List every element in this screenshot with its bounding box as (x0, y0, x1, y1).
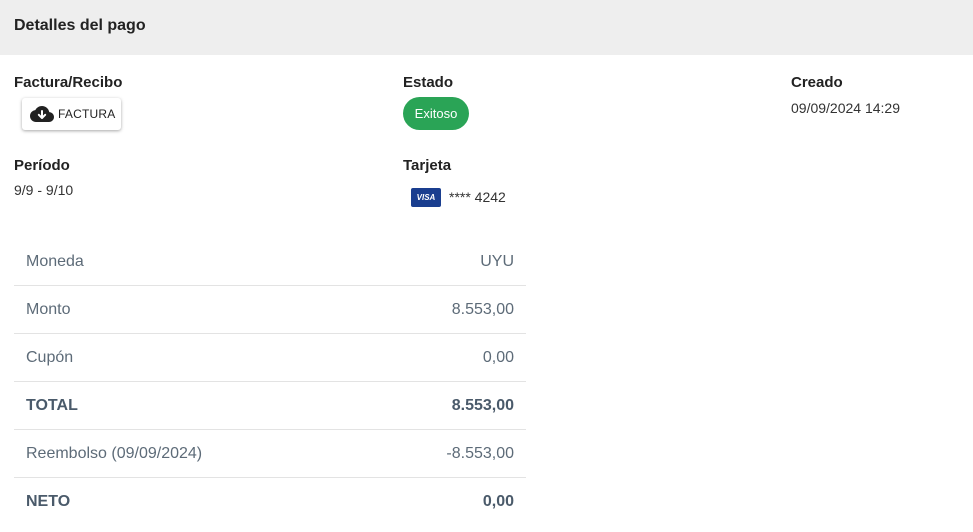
summary-row-total: TOTAL 8.553,00 (14, 382, 526, 430)
created-value: 09/09/2024 14:29 (791, 100, 900, 116)
summary-label: Monto (26, 300, 71, 318)
summary-value: -8.553,00 (446, 444, 514, 462)
summary-row-amount: Monto 8.553,00 (14, 286, 526, 334)
summary-value: UYU (480, 252, 514, 270)
period-value: 9/9 - 9/10 (14, 182, 74, 198)
created-label: Creado (791, 74, 843, 91)
summary-label: NETO (26, 493, 71, 510)
summary-label: Moneda (26, 252, 84, 270)
card-label: Tarjeta (403, 157, 452, 174)
card-number: **** 4242 (449, 189, 506, 205)
status-label: Estado (403, 74, 454, 91)
summary-row-coupon: Cupón 0,00 (14, 334, 526, 382)
summary-row-net: NETO 0,00 (14, 478, 526, 526)
card-info: VISA **** 4242 (411, 187, 506, 207)
invoice-label: Factura/Recibo (14, 74, 123, 91)
download-invoice-label: FACTURA (58, 107, 116, 121)
visa-icon: VISA (411, 187, 441, 207)
status-badge: Exitoso (403, 97, 469, 130)
summary-label: Cupón (26, 348, 74, 366)
summary-label: Reembolso (09/09/2024) (26, 444, 203, 462)
summary-label: TOTAL (26, 396, 78, 414)
summary-value: 8.553,00 (451, 396, 514, 414)
period-label: Período (14, 157, 70, 174)
payment-summary-table: Moneda UYU Monto 8.553,00 Cupón 0,00 TOT… (14, 238, 526, 526)
summary-row-refund: Reembolso (09/09/2024) -8.553,00 (14, 430, 526, 478)
download-invoice-button[interactable]: FACTURA (22, 98, 121, 130)
page-header: Detalles del pago (0, 0, 973, 55)
summary-row-currency: Moneda UYU (14, 238, 526, 286)
summary-value: 0,00 (482, 348, 514, 366)
page-title: Detalles del pago (14, 17, 146, 34)
summary-value: 8.553,00 (451, 300, 514, 318)
cloud-download-icon (30, 104, 54, 124)
summary-value: 0,00 (482, 493, 514, 510)
